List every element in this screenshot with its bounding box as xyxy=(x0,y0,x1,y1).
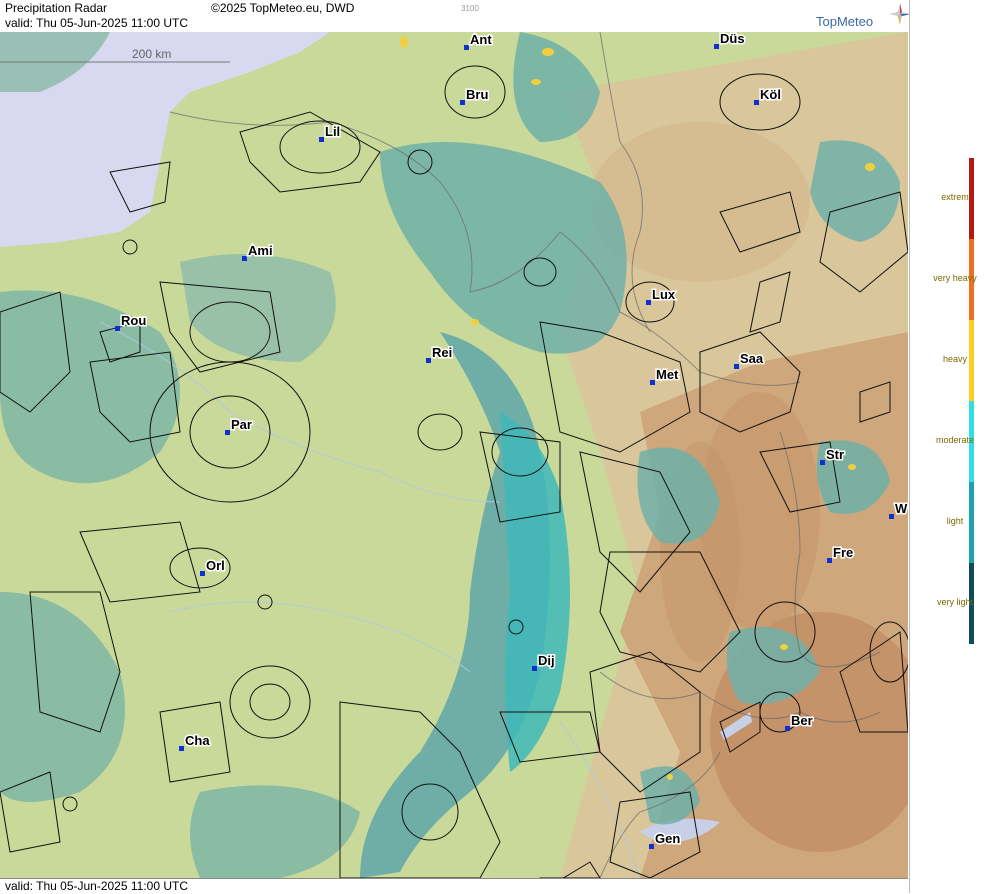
city-dot-icon xyxy=(827,558,832,563)
city-dot-icon xyxy=(820,460,825,465)
city-label: Str xyxy=(826,447,844,462)
city-label: Rou xyxy=(121,313,146,328)
city-dot-icon xyxy=(714,44,719,49)
footer-valid-time: valid: Thu 05-Jun-2025 11:00 UTC xyxy=(5,879,188,893)
city-label: Cha xyxy=(185,733,210,748)
city-label: Ant xyxy=(470,32,492,47)
city-dot-icon xyxy=(200,571,205,576)
radar-map[interactable]: 200 km Ant Düs Bru Köl Lil Ami Lux Rou Rei Saa Met… xyxy=(0,32,908,878)
city-dot-icon xyxy=(319,137,324,142)
city-dot-icon xyxy=(889,514,894,519)
city-dot-icon xyxy=(242,256,247,261)
city-dot-icon xyxy=(460,100,465,105)
city-dot-icon xyxy=(115,326,120,331)
city-label: Met xyxy=(656,367,679,382)
city-label: Rei xyxy=(432,345,452,360)
city-dot-icon xyxy=(785,726,790,731)
city-dot-icon xyxy=(754,100,759,105)
city-dot-icon xyxy=(649,844,654,849)
city-label: Dij xyxy=(538,653,555,668)
radar-map-window: Precipitation Radar ©2025 TopMeteo.eu, D… xyxy=(0,0,1000,894)
city-dot-icon xyxy=(179,746,184,751)
city-dot-icon xyxy=(225,430,230,435)
city-label: Par xyxy=(231,417,252,432)
city-label: Köl xyxy=(760,87,781,102)
city-label: Fre xyxy=(833,545,853,560)
map-header: Precipitation Radar ©2025 TopMeteo.eu, D… xyxy=(0,0,911,33)
legend-label: light xyxy=(946,516,964,526)
city-label: Düs xyxy=(720,32,745,46)
city-label: Ber xyxy=(791,713,813,728)
city-label: Orl xyxy=(206,558,225,573)
copyright-text: ©2025 TopMeteo.eu, DWD xyxy=(211,1,355,15)
city-label: Saa xyxy=(740,351,764,366)
city-dot-icon xyxy=(532,666,537,671)
topmeteo-logo: TopMeteo xyxy=(816,14,874,29)
legend-label: moderate xyxy=(935,435,975,445)
legend-label: very light xyxy=(936,597,973,607)
legend-panel: extrem very heavy heavy moderate light very l… xyxy=(909,0,1000,893)
map-code: 3100 xyxy=(461,4,479,13)
city-label: Ami xyxy=(248,243,273,258)
city-label: Lux xyxy=(652,287,676,302)
scale-label: 200 km xyxy=(132,47,171,61)
map-title: Precipitation Radar xyxy=(5,1,108,15)
map-footer: valid: Thu 05-Jun-2025 11:00 UTC xyxy=(0,878,908,894)
city-label: Bru xyxy=(466,87,488,102)
valid-time: valid: Thu 05-Jun-2025 11:00 UTC xyxy=(5,16,188,30)
city-dot-icon xyxy=(734,364,739,369)
city-label: Gen xyxy=(655,831,680,846)
city-label: W xyxy=(895,501,908,516)
city-dot-icon xyxy=(464,45,469,50)
legend-label: very heavy xyxy=(933,273,977,283)
legend-label: heavy xyxy=(942,354,968,364)
city-dot-icon xyxy=(650,380,655,385)
city-dot-icon xyxy=(426,358,431,363)
city-label: Lil xyxy=(325,124,340,139)
legend-label: extrem xyxy=(941,192,969,202)
city-dot-icon xyxy=(646,300,651,305)
